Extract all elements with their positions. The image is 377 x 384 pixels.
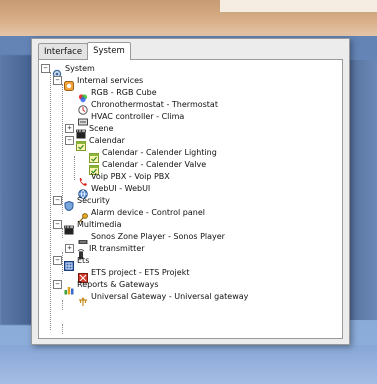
tree-item-voip-pbx[interactable]: Voip PBX - Voip PBX bbox=[78, 171, 170, 186]
internal-services-icon bbox=[64, 76, 74, 91]
expand-toggle[interactable]: + bbox=[65, 244, 74, 253]
background-bottom bbox=[0, 345, 377, 384]
tree-item-label: WebUI - WebUI bbox=[91, 184, 151, 193]
tree-item-system[interactable]: − System bbox=[41, 63, 95, 78]
tree-item-internal-services[interactable]: − Internal services bbox=[53, 75, 144, 91]
tree-item-security[interactable]: − Security bbox=[53, 195, 110, 211]
tree-line bbox=[74, 156, 75, 180]
background-paper bbox=[220, 0, 377, 13]
collapse-toggle[interactable]: − bbox=[53, 76, 62, 85]
globe-icon bbox=[78, 184, 88, 199]
tab-interface[interactable]: Interface bbox=[38, 43, 89, 60]
tree-item-label: RGB - RGB Cube bbox=[91, 88, 157, 97]
tree-item-webui[interactable]: WebUI - WebUI bbox=[78, 183, 151, 199]
tree-item-label: Ets bbox=[77, 256, 90, 265]
tree-item-label: Reports & Gateways bbox=[77, 280, 159, 289]
rgb-cube-icon bbox=[78, 88, 88, 102]
tree-item-ets-project[interactable]: ETS project - ETS Projekt bbox=[78, 267, 190, 283]
tree-line bbox=[50, 72, 51, 330]
tree-line bbox=[62, 300, 63, 310]
gateway-icon bbox=[78, 292, 88, 306]
tree-item-alarm-device[interactable]: Alarm device - Control panel bbox=[78, 207, 205, 222]
tree-item-label: Sonos Zone Player - Sonos Player bbox=[91, 232, 225, 241]
tree-item-label: Scene bbox=[89, 124, 114, 133]
tree-item-ir-transmitter[interactable]: + IR transmitter bbox=[65, 243, 145, 259]
tree-item-ets[interactable]: − Ets bbox=[53, 255, 90, 271]
collapse-toggle[interactable]: − bbox=[65, 136, 74, 145]
expand-toggle[interactable]: + bbox=[65, 124, 74, 133]
config-window: Interface System − System − Internal ser… bbox=[31, 38, 350, 345]
system-gear-icon bbox=[52, 64, 62, 78]
tree-item-label: Calendar - Calender Lighting bbox=[102, 148, 217, 157]
tree-item-label: HVAC controller - Clima bbox=[91, 112, 185, 121]
tree-item-calendar[interactable]: − Calendar bbox=[65, 135, 125, 151]
ir-remote-icon bbox=[76, 244, 86, 259]
tree-item-label: Internal services bbox=[77, 76, 144, 85]
collapse-toggle[interactable]: − bbox=[53, 256, 62, 265]
collapse-toggle[interactable]: − bbox=[53, 196, 62, 205]
background-top bbox=[0, 0, 377, 36]
tab-bar: Interface System bbox=[38, 42, 131, 60]
background-window-right bbox=[350, 60, 377, 320]
tree-item-label: Security bbox=[77, 196, 110, 205]
tab-system[interactable]: System bbox=[87, 42, 131, 60]
system-tree-panel: − System − Internal services RGB - RGB C… bbox=[38, 59, 343, 339]
tree-item-label: Universal Gateway - Universal gateway bbox=[91, 292, 249, 301]
tree-item-scene[interactable]: + Scene bbox=[65, 123, 114, 138]
calendar-item-icon bbox=[89, 148, 99, 163]
collapse-toggle[interactable]: − bbox=[53, 280, 62, 289]
collapse-toggle[interactable]: − bbox=[53, 220, 62, 229]
tree-item-label: System bbox=[65, 64, 95, 73]
collapse-toggle[interactable]: − bbox=[41, 64, 50, 73]
film-icon bbox=[64, 220, 74, 234]
tree-item-reports-gateways[interactable]: − Reports & Gateways bbox=[53, 279, 159, 294]
tree-item-calendar-valve[interactable]: Calendar - Calender Valve bbox=[89, 159, 207, 175]
tree-item-universal-gateway[interactable]: Universal Gateway - Universal gateway bbox=[78, 291, 249, 306]
tree-item-label: Multimedia bbox=[77, 220, 122, 229]
tree-item-rgb[interactable]: RGB - RGB Cube bbox=[78, 87, 157, 102]
tree-item-chronothermostat[interactable]: Chronothermostat - Thermostat bbox=[78, 99, 218, 115]
calendar-icon bbox=[76, 136, 86, 151]
tree-item-hvac[interactable]: HVAC controller - Clima bbox=[78, 111, 185, 125]
thermostat-icon bbox=[78, 100, 88, 115]
key-icon bbox=[78, 208, 88, 222]
hvac-icon bbox=[78, 112, 88, 125]
tree-item-multimedia[interactable]: − Multimedia bbox=[53, 219, 122, 234]
tree-item-sonos[interactable]: Sonos Zone Player - Sonos Player bbox=[78, 231, 225, 244]
phone-icon bbox=[78, 172, 88, 186]
tree-item-label: Alarm device - Control panel bbox=[91, 208, 205, 217]
tree-item-label: Voip PBX - Voip PBX bbox=[91, 172, 170, 181]
tree-item-label: Calendar bbox=[89, 136, 125, 145]
tree-item-label: Chronothermostat - Thermostat bbox=[91, 100, 218, 109]
tree-item-calendar-lighting[interactable]: Calendar - Calender Lighting bbox=[89, 147, 217, 163]
tree-item-label: ETS project - ETS Projekt bbox=[91, 268, 190, 277]
calendar-item-icon bbox=[89, 160, 99, 175]
tree-line bbox=[62, 324, 63, 334]
tree-item-label: IR transmitter bbox=[89, 244, 145, 253]
scene-clapper-icon bbox=[76, 124, 86, 138]
speaker-icon bbox=[78, 232, 88, 244]
shield-icon bbox=[64, 196, 74, 211]
tree-item-label: Calendar - Calender Valve bbox=[102, 160, 207, 169]
bar-chart-icon bbox=[64, 280, 74, 294]
ets-project-icon bbox=[78, 268, 88, 283]
ets-network-icon bbox=[64, 256, 74, 271]
